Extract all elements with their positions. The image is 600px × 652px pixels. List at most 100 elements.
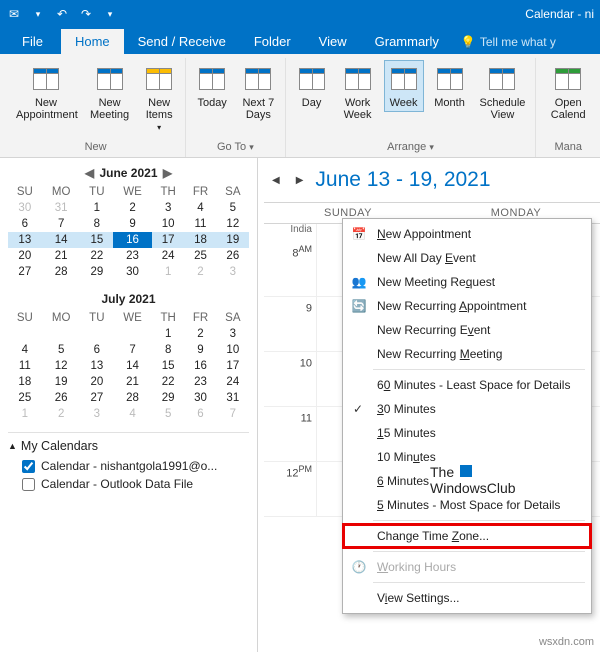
mini-cal-day[interactable]: 23 bbox=[113, 248, 152, 264]
ctx-60-minutes[interactable]: 60 Minutes - Least Space for Details bbox=[343, 373, 591, 397]
mini-cal-day[interactable]: 8 bbox=[152, 342, 184, 358]
mini-cal-day[interactable]: 10 bbox=[217, 342, 249, 358]
mini-cal-day[interactable]: 5 bbox=[42, 342, 81, 358]
mini-cal-day[interactable]: 21 bbox=[113, 374, 152, 390]
mini-cal-day[interactable]: 23 bbox=[184, 374, 216, 390]
mini-cal-day[interactable]: 20 bbox=[81, 374, 113, 390]
my-calendars-header[interactable]: ▲ My Calendars bbox=[8, 439, 249, 457]
mini-cal-day[interactable]: 4 bbox=[113, 406, 152, 422]
mini-cal-day[interactable]: 28 bbox=[42, 264, 81, 280]
mini-cal-day[interactable]: 5 bbox=[152, 406, 184, 422]
ctx-change-time-zone[interactable]: Change Time Zone... bbox=[343, 524, 591, 548]
open-calendar-button[interactable]: Open Calend bbox=[542, 60, 594, 124]
mini-cal-day[interactable]: 13 bbox=[81, 358, 113, 374]
mini-cal-day[interactable]: 11 bbox=[8, 358, 42, 374]
mini-cal-day[interactable]: 26 bbox=[42, 390, 81, 406]
tab-folder[interactable]: Folder bbox=[240, 29, 305, 54]
mini-cal-day[interactable]: 31 bbox=[42, 200, 81, 216]
mini-cal-day[interactable]: 25 bbox=[8, 390, 42, 406]
mini-cal-day[interactable]: 2 bbox=[184, 326, 216, 342]
mini-cal-day[interactable]: 20 bbox=[8, 248, 42, 264]
mini-cal-day[interactable]: 27 bbox=[8, 264, 42, 280]
ctx-new-recurring-meeting[interactable]: New Recurring Meeting bbox=[343, 342, 591, 366]
mini-cal-day[interactable]: 7 bbox=[217, 406, 249, 422]
new-appointment-button[interactable]: New Appointment bbox=[12, 60, 80, 124]
mini-cal-day[interactable]: 10 bbox=[152, 216, 184, 232]
mini-cal-day[interactable]: 6 bbox=[184, 406, 216, 422]
mini-cal-day[interactable]: 16 bbox=[184, 358, 216, 374]
ctx-15-minutes[interactable]: 15 Minutes bbox=[343, 421, 591, 445]
ctx-new-recurring-appointment[interactable]: 🔄New Recurring Appointment bbox=[343, 294, 591, 318]
prev-week-button[interactable]: ◀ bbox=[268, 173, 284, 188]
calendar-list-item[interactable]: Calendar - nishantgola1991@o... bbox=[8, 457, 249, 475]
next-week-button[interactable]: ▶ bbox=[292, 173, 308, 188]
mini-cal-day[interactable]: 6 bbox=[8, 216, 42, 232]
mini-cal-day[interactable]: 5 bbox=[217, 200, 249, 216]
mini-cal-day[interactable]: 1 bbox=[8, 406, 42, 422]
ctx-new-meeting-request[interactable]: 👥New Meeting Request bbox=[343, 270, 591, 294]
mail-icon[interactable]: ✉ bbox=[6, 6, 22, 22]
mini-cal-day[interactable]: 30 bbox=[8, 200, 42, 216]
mini-cal-day[interactable]: 18 bbox=[184, 232, 216, 248]
qat-dropdown-icon[interactable]: ▾ bbox=[30, 6, 46, 22]
mini-cal-day[interactable]: 4 bbox=[184, 200, 216, 216]
ctx-new-appointment[interactable]: 📅New Appointment bbox=[343, 222, 591, 246]
mini-cal-day[interactable]: 29 bbox=[81, 264, 113, 280]
mini-cal-day[interactable]: 6 bbox=[81, 342, 113, 358]
mini-cal-day[interactable]: 3 bbox=[217, 264, 249, 280]
work-week-button[interactable]: Work Week bbox=[338, 60, 378, 124]
mini-cal-day[interactable]: 14 bbox=[113, 358, 152, 374]
mini-cal-day[interactable]: 19 bbox=[42, 374, 81, 390]
mini-cal-day[interactable]: 31 bbox=[217, 390, 249, 406]
mini-cal-day[interactable]: 11 bbox=[184, 216, 216, 232]
mini-cal-day[interactable]: 28 bbox=[113, 390, 152, 406]
mini-cal-day[interactable]: 17 bbox=[152, 232, 184, 248]
prev-month-button[interactable]: ◀ bbox=[83, 166, 95, 180]
mini-cal-day[interactable]: 12 bbox=[42, 358, 81, 374]
mini-cal-day[interactable]: 13 bbox=[8, 232, 42, 248]
new-meeting-button[interactable]: New Meeting bbox=[86, 60, 133, 124]
next-month-button[interactable]: ▶ bbox=[162, 166, 174, 180]
mini-cal-day[interactable]: 2 bbox=[42, 406, 81, 422]
mini-cal-day[interactable]: 3 bbox=[81, 406, 113, 422]
mini-cal-day[interactable]: 21 bbox=[42, 248, 81, 264]
mini-cal-day[interactable]: 27 bbox=[81, 390, 113, 406]
mini-cal-day[interactable] bbox=[8, 326, 42, 342]
mini-cal-day[interactable]: 7 bbox=[42, 216, 81, 232]
mini-cal-day[interactable]: 2 bbox=[113, 200, 152, 216]
ctx-30-minutes[interactable]: 30 Minutes bbox=[343, 397, 591, 421]
mini-cal-day[interactable]: 29 bbox=[152, 390, 184, 406]
calendar-list-item[interactable]: Calendar - Outlook Data File bbox=[8, 475, 249, 493]
mini-cal-day[interactable]: 22 bbox=[81, 248, 113, 264]
today-button[interactable]: Today bbox=[192, 60, 232, 112]
mini-cal-day[interactable] bbox=[113, 326, 152, 342]
week-button[interactable]: Week bbox=[384, 60, 424, 112]
mini-cal-day[interactable]: 8 bbox=[81, 216, 113, 232]
tab-grammarly[interactable]: Grammarly bbox=[361, 29, 453, 54]
mini-cal-day[interactable]: 3 bbox=[217, 326, 249, 342]
mini-cal-day[interactable]: 1 bbox=[152, 326, 184, 342]
ctx-view-settings[interactable]: View Settings... bbox=[343, 586, 591, 610]
mini-calendar-june[interactable]: ◀June 2021▶SUMOTUWETHFRSA303112345678910… bbox=[8, 164, 249, 280]
mini-cal-day[interactable]: 1 bbox=[152, 264, 184, 280]
mini-cal-day[interactable]: 18 bbox=[8, 374, 42, 390]
mini-cal-day[interactable]: 22 bbox=[152, 374, 184, 390]
mini-cal-day[interactable]: 14 bbox=[42, 232, 81, 248]
mini-cal-day[interactable]: 12 bbox=[217, 216, 249, 232]
next-7-days-button[interactable]: Next 7 Days bbox=[238, 60, 278, 124]
tab-home[interactable]: Home bbox=[61, 29, 124, 54]
mini-cal-day[interactable]: 4 bbox=[8, 342, 42, 358]
mini-cal-day[interactable]: 9 bbox=[113, 216, 152, 232]
mini-cal-day[interactable]: 26 bbox=[217, 248, 249, 264]
mini-cal-day[interactable]: 3 bbox=[152, 200, 184, 216]
mini-cal-day[interactable]: 1 bbox=[81, 200, 113, 216]
mini-cal-day[interactable]: 17 bbox=[217, 358, 249, 374]
mini-cal-day[interactable]: 15 bbox=[152, 358, 184, 374]
undo-icon[interactable]: ↶ bbox=[54, 6, 70, 22]
mini-cal-day[interactable]: 19 bbox=[217, 232, 249, 248]
tab-file[interactable]: File bbox=[8, 29, 57, 54]
tell-me-search[interactable]: 💡 Tell me what y bbox=[453, 30, 564, 54]
mini-cal-day[interactable]: 16 bbox=[113, 232, 152, 248]
schedule-view-button[interactable]: Schedule View bbox=[476, 60, 530, 124]
mini-cal-day[interactable]: 9 bbox=[184, 342, 216, 358]
